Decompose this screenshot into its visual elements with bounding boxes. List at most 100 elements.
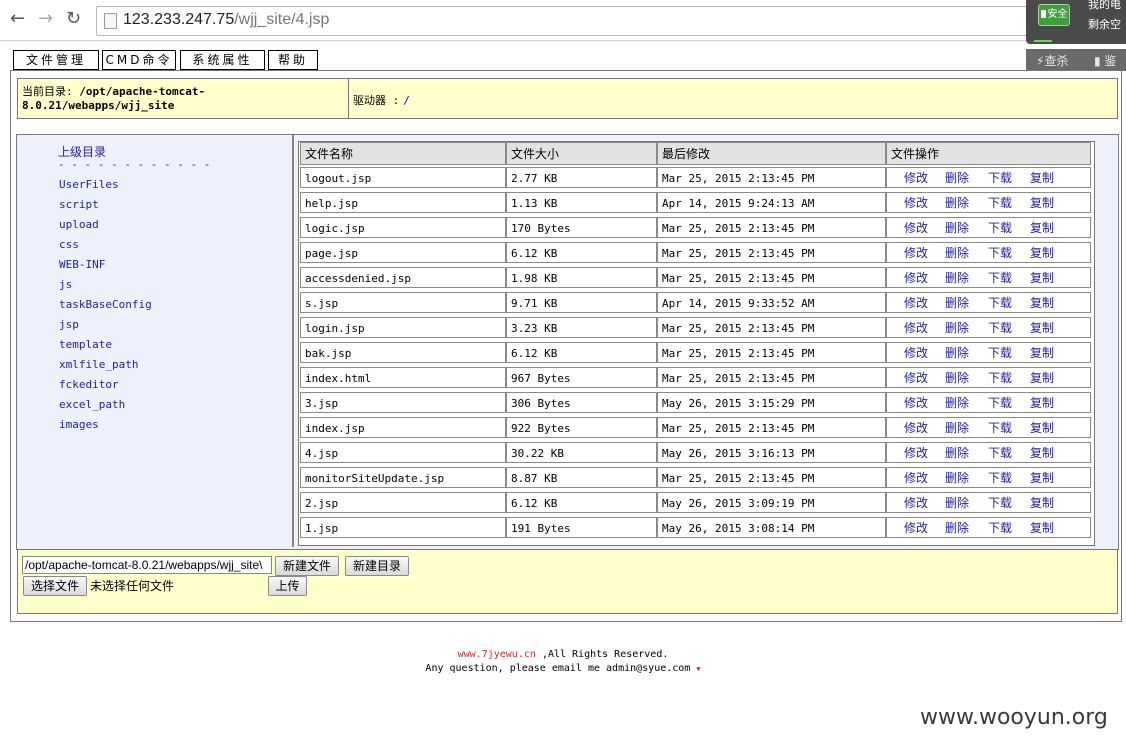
upload-button[interactable]: 上传	[268, 576, 307, 596]
edit-link[interactable]: 修改	[904, 343, 928, 362]
edit-link[interactable]: 修改	[904, 468, 928, 487]
copy-link[interactable]: 复制	[1030, 468, 1054, 487]
copy-link[interactable]: 复制	[1030, 168, 1054, 187]
delete-link[interactable]: 删除	[945, 418, 969, 437]
download-link[interactable]: 下载	[988, 493, 1012, 512]
dir-link[interactable]: images	[59, 418, 99, 431]
delete-link[interactable]: 删除	[945, 393, 969, 412]
copy-link[interactable]: 复制	[1030, 443, 1054, 462]
download-link[interactable]: 下载	[988, 268, 1012, 287]
download-link[interactable]: 下载	[988, 218, 1012, 237]
edit-link[interactable]: 修改	[904, 218, 928, 237]
copy-link[interactable]: 复制	[1030, 243, 1054, 262]
download-link[interactable]: 下载	[988, 343, 1012, 362]
dir-link[interactable]: js	[59, 278, 72, 291]
reload-icon[interactable]: ↻	[66, 8, 81, 29]
menu-cmd[interactable]: CMD命令	[102, 50, 176, 70]
dir-link[interactable]: taskBaseConfig	[59, 298, 152, 311]
dir-link[interactable]: template	[59, 338, 112, 351]
footer-site-link[interactable]: www.7jyewu.cn	[458, 649, 536, 660]
edit-link[interactable]: 修改	[904, 368, 928, 387]
dir-link[interactable]: excel_path	[59, 398, 125, 411]
menu-system-props[interactable]: 系统属性	[180, 50, 265, 70]
copy-link[interactable]: 复制	[1030, 518, 1054, 537]
col-name-cell: accessdenied.jsp	[300, 267, 506, 288]
new-file-button[interactable]: 新建文件	[275, 556, 339, 576]
delete-link[interactable]: 删除	[945, 368, 969, 387]
copy-link[interactable]: 复制	[1030, 368, 1054, 387]
delete-link[interactable]: 删除	[945, 318, 969, 337]
dir-link[interactable]: css	[59, 238, 79, 251]
copy-link[interactable]: 复制	[1030, 193, 1054, 212]
edit-link[interactable]: 修改	[904, 268, 928, 287]
delete-link[interactable]: 删除	[945, 243, 969, 262]
delete-link[interactable]: 删除	[945, 443, 969, 462]
edit-link[interactable]: 修改	[904, 293, 928, 312]
edit-link[interactable]: 修改	[904, 418, 928, 437]
col-name-cell: login.jsp	[300, 317, 506, 338]
download-link[interactable]: 下载	[988, 193, 1012, 212]
col-size-cell: 1.13 KB	[506, 192, 657, 213]
dir-link[interactable]: fckeditor	[59, 378, 119, 391]
dir-link[interactable]: script	[59, 198, 99, 211]
edit-link[interactable]: 修改	[904, 518, 928, 537]
copy-link[interactable]: 复制	[1030, 318, 1054, 337]
col-name-cell: logic.jsp	[300, 217, 506, 238]
edit-link[interactable]: 修改	[904, 168, 928, 187]
download-link[interactable]: 下载	[988, 518, 1012, 537]
dir-link[interactable]: UserFiles	[59, 178, 119, 191]
menu-help[interactable]: 帮助	[268, 50, 318, 70]
col-modified-cell: Mar 25, 2015 2:13:45 PM	[657, 342, 886, 363]
new-dir-button[interactable]: 新建目录	[345, 556, 409, 576]
col-ops-cell: 修改 删除 下载 复制	[886, 242, 1091, 263]
address-bar[interactable]: 123.233.247.75/wjj_site/4.jsp	[96, 6, 1028, 36]
download-link[interactable]: 下载	[988, 393, 1012, 412]
delete-link[interactable]: 删除	[945, 193, 969, 212]
safe-badge[interactable]: 安全	[1038, 4, 1070, 26]
edit-link[interactable]: 修改	[904, 193, 928, 212]
header-col-size: 文件大小	[506, 142, 657, 165]
col-size-cell: 6.12 KB	[506, 242, 657, 263]
delete-link[interactable]: 删除	[945, 168, 969, 187]
path-input[interactable]: /opt/apache-tomcat-8.0.21/webapps/wjj_si…	[22, 556, 272, 574]
dir-link[interactable]: WEB-INF	[59, 258, 105, 271]
delete-link[interactable]: 删除	[945, 518, 969, 537]
download-link[interactable]: 下载	[988, 243, 1012, 262]
current-dir: 当前目录: /opt/apache-tomcat-8.0.21/webapps/…	[22, 85, 342, 113]
dir-link[interactable]: jsp	[59, 318, 79, 331]
copy-link[interactable]: 复制	[1030, 493, 1054, 512]
verify-button[interactable]: ▮ 鉴	[1094, 52, 1116, 69]
copy-link[interactable]: 复制	[1030, 343, 1054, 362]
copy-link[interactable]: 复制	[1030, 293, 1054, 312]
download-link[interactable]: 下载	[988, 168, 1012, 187]
dir-link[interactable]: upload	[59, 218, 99, 231]
delete-link[interactable]: 删除	[945, 493, 969, 512]
download-link[interactable]: 下载	[988, 318, 1012, 337]
download-link[interactable]: 下载	[988, 418, 1012, 437]
delete-link[interactable]: 删除	[945, 293, 969, 312]
copy-link[interactable]: 复制	[1030, 418, 1054, 437]
download-link[interactable]: 下载	[988, 293, 1012, 312]
copy-link[interactable]: 复制	[1030, 393, 1054, 412]
forward-icon[interactable]: →	[38, 8, 53, 29]
copy-link[interactable]: 复制	[1030, 218, 1054, 237]
download-link[interactable]: 下载	[988, 368, 1012, 387]
edit-link[interactable]: 修改	[904, 318, 928, 337]
delete-link[interactable]: 删除	[945, 218, 969, 237]
download-link[interactable]: 下载	[988, 468, 1012, 487]
edit-link[interactable]: 修改	[904, 493, 928, 512]
dir-link[interactable]: xmlfile_path	[59, 358, 138, 371]
menu-file-manage[interactable]: 文件管理	[13, 50, 99, 70]
back-icon[interactable]: ←	[10, 8, 25, 29]
delete-link[interactable]: 删除	[945, 343, 969, 362]
edit-link[interactable]: 修改	[904, 443, 928, 462]
edit-link[interactable]: 修改	[904, 243, 928, 262]
delete-link[interactable]: 删除	[945, 468, 969, 487]
choose-file-button[interactable]: 选择文件	[23, 576, 87, 596]
scan-button[interactable]: ⚡查杀	[1036, 52, 1068, 69]
delete-link[interactable]: 删除	[945, 268, 969, 287]
edit-link[interactable]: 修改	[904, 393, 928, 412]
drive-link[interactable]: /	[403, 94, 410, 107]
download-link[interactable]: 下载	[988, 443, 1012, 462]
copy-link[interactable]: 复制	[1030, 268, 1054, 287]
